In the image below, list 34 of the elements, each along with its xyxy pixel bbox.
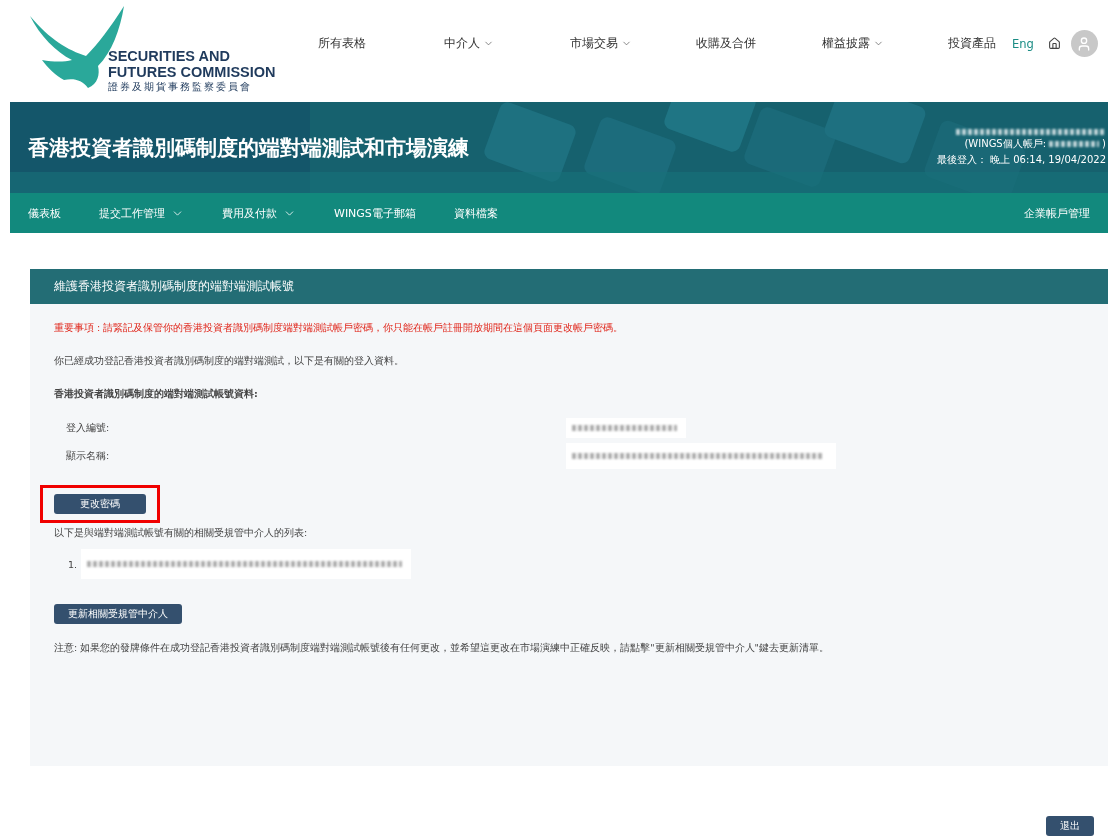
logout-button[interactable]: 退出 — [1046, 816, 1094, 836]
nav-item[interactable]: WINGS電子郵箱 — [334, 205, 416, 221]
nav-item[interactable]: 企業帳戶管理 — [1024, 205, 1090, 221]
nav-item[interactable]: 資料檔案 — [453, 205, 498, 221]
menu-item[interactable]: 市場交易 — [570, 36, 696, 51]
language-link[interactable]: Eng — [1012, 36, 1034, 51]
menu-item[interactable]: 收購及合併 — [696, 36, 822, 51]
warning-text: 重要事項 : 請緊記及保管你的香港投資者識別碼制度端對端測試帳戶密碼，你只能在帳戶註冊開放期間在這個頁面更改帳戶密碼。 — [54, 322, 625, 335]
logo-chinese-text: 證券及期貨事務監察委員會 — [108, 80, 253, 94]
account-label: (WINGS個人帳戶: — [964, 136, 1047, 151]
menu-item[interactable]: 所有表格 — [318, 36, 444, 51]
nav-item[interactable]: 提交工作管理 — [99, 205, 184, 221]
section-title: 香港投資者識別碼制度的端對端測試帳號資料: — [54, 388, 259, 401]
update-intermediaries-button[interactable]: 更新相關受規管中介人 — [54, 604, 182, 624]
panel-title: 維護香港投資者識別碼制度的端對端測試帳號 — [30, 269, 1108, 304]
page-title: 香港投資者識別碼制度的端對端測試和市場演練 — [28, 134, 469, 162]
nav-item[interactable]: 費用及付款 — [222, 205, 296, 221]
change-password-button[interactable]: 更改密碼 — [54, 494, 146, 514]
nav-item[interactable]: 儀表板 — [28, 205, 61, 221]
note-text: 注意: 如果您的發牌條件在成功登記香港投資者識別碼制度端對端測試帳號後有任何更改，並希望這更改在市場演練中正確反映，請點擊"更新相關受規管中介人"鍵去更新清單。 — [54, 642, 830, 655]
last-login-text: 最後登入： 晚上 06:14, 19/04/2022 — [936, 152, 1106, 167]
menu-item[interactable]: 中介人 — [444, 36, 570, 51]
field-label: 顯示名稱: — [66, 449, 111, 463]
menu-item[interactable]: 權益披露 — [822, 36, 948, 51]
redacted-text — [1049, 140, 1100, 147]
logo-text: FUTURES COMMISSION — [108, 64, 276, 80]
account-bracket: ) — [1102, 138, 1106, 149]
menu-item[interactable]: 投資產品 — [948, 36, 996, 51]
home-icon[interactable] — [1047, 37, 1061, 50]
logo-text: SECURITIES AND — [108, 48, 231, 64]
list-number: 1. — [68, 558, 78, 570]
list-title: 以下是與端對端測試帳號有關的相關受規管中介人的列表: — [54, 527, 309, 540]
field-label: 登入編號: — [66, 421, 111, 435]
intro-text: 你已經成功登記香港投資者識別碼制度的端對端測試，以下是有關的登入資料。 — [54, 355, 405, 368]
